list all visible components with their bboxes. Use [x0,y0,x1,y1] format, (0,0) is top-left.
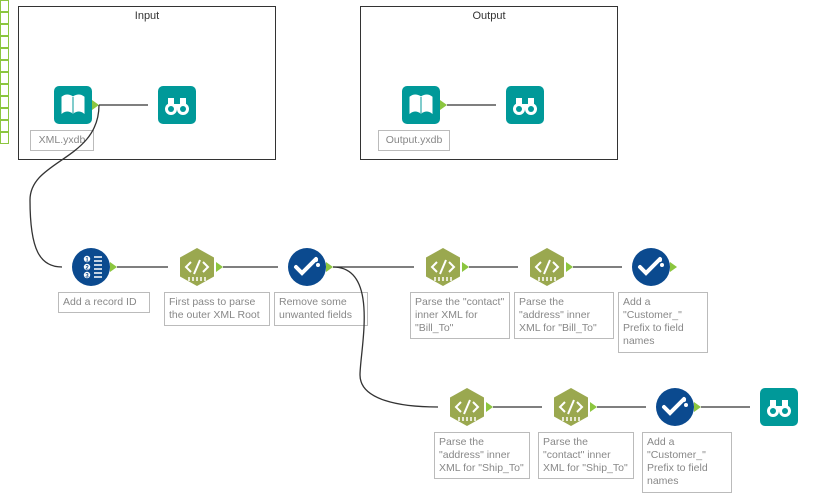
port-out[interactable] [216,262,223,272]
label-r1n6: Add a "Customer_" Prefix to field names [618,292,708,353]
tool-xml-parse-5[interactable] [552,388,590,426]
label-r1n2: First pass to parse the outer XML Root [164,292,270,326]
port-out[interactable] [110,262,117,272]
port-in[interactable] [0,12,9,24]
port-out[interactable] [486,402,493,412]
tool-input-data[interactable] [54,86,92,124]
tool-browse-input[interactable] [158,86,196,124]
port-out[interactable] [694,402,701,412]
tool-xml-parse-1[interactable] [178,248,216,286]
tool-xml-parse-3[interactable] [528,248,566,286]
port-out[interactable] [440,100,447,110]
tool-xml-parse-2[interactable] [424,248,462,286]
label-r2n2: Parse the "contact" inner XML for "Ship_… [538,432,634,479]
port-out[interactable] [670,262,677,272]
tool-select-2[interactable] [632,248,670,286]
port-out[interactable] [590,402,597,412]
port-out[interactable] [462,262,469,272]
port-in[interactable] [0,72,9,84]
tool-select-3[interactable] [656,388,694,426]
port-in[interactable] [0,60,9,72]
port-in[interactable] [0,24,9,36]
label-r1n3: Remove some unwanted fields [274,292,368,326]
tool-browse-output[interactable] [506,86,544,124]
tool-select-1[interactable] [288,248,326,286]
label-r1n1: Add a record ID [58,292,150,313]
container-output-title: Output [361,10,617,22]
tool-record-id[interactable] [72,248,110,286]
port-in[interactable] [0,96,9,108]
container-input-title: Input [19,10,275,22]
port-in[interactable] [0,36,9,48]
label-output-file: Output.yxdb [378,130,450,151]
label-input-file: XML.yxdb [30,130,94,151]
port-in[interactable] [0,0,9,12]
port-in[interactable] [0,120,9,132]
port-in[interactable] [0,132,9,144]
port-out[interactable] [566,262,573,272]
label-r1n4: Parse the "contact" inner XML for "Bill_… [410,292,510,339]
port-in[interactable] [0,48,9,60]
label-r2n1: Parse the "address" inner XML for "Ship_… [434,432,530,479]
label-r1n5: Parse the "address" inner XML for "Bill_… [514,292,614,339]
tool-xml-parse-4[interactable] [448,388,486,426]
tool-input-data-output[interactable] [402,86,440,124]
port-out[interactable] [92,100,99,110]
port-in[interactable] [0,108,9,120]
tool-browse-end[interactable] [760,388,798,426]
port-in[interactable] [0,84,9,96]
label-r2n3: Add a "Customer_" Prefix to field names [642,432,732,493]
port-out[interactable] [326,262,333,272]
